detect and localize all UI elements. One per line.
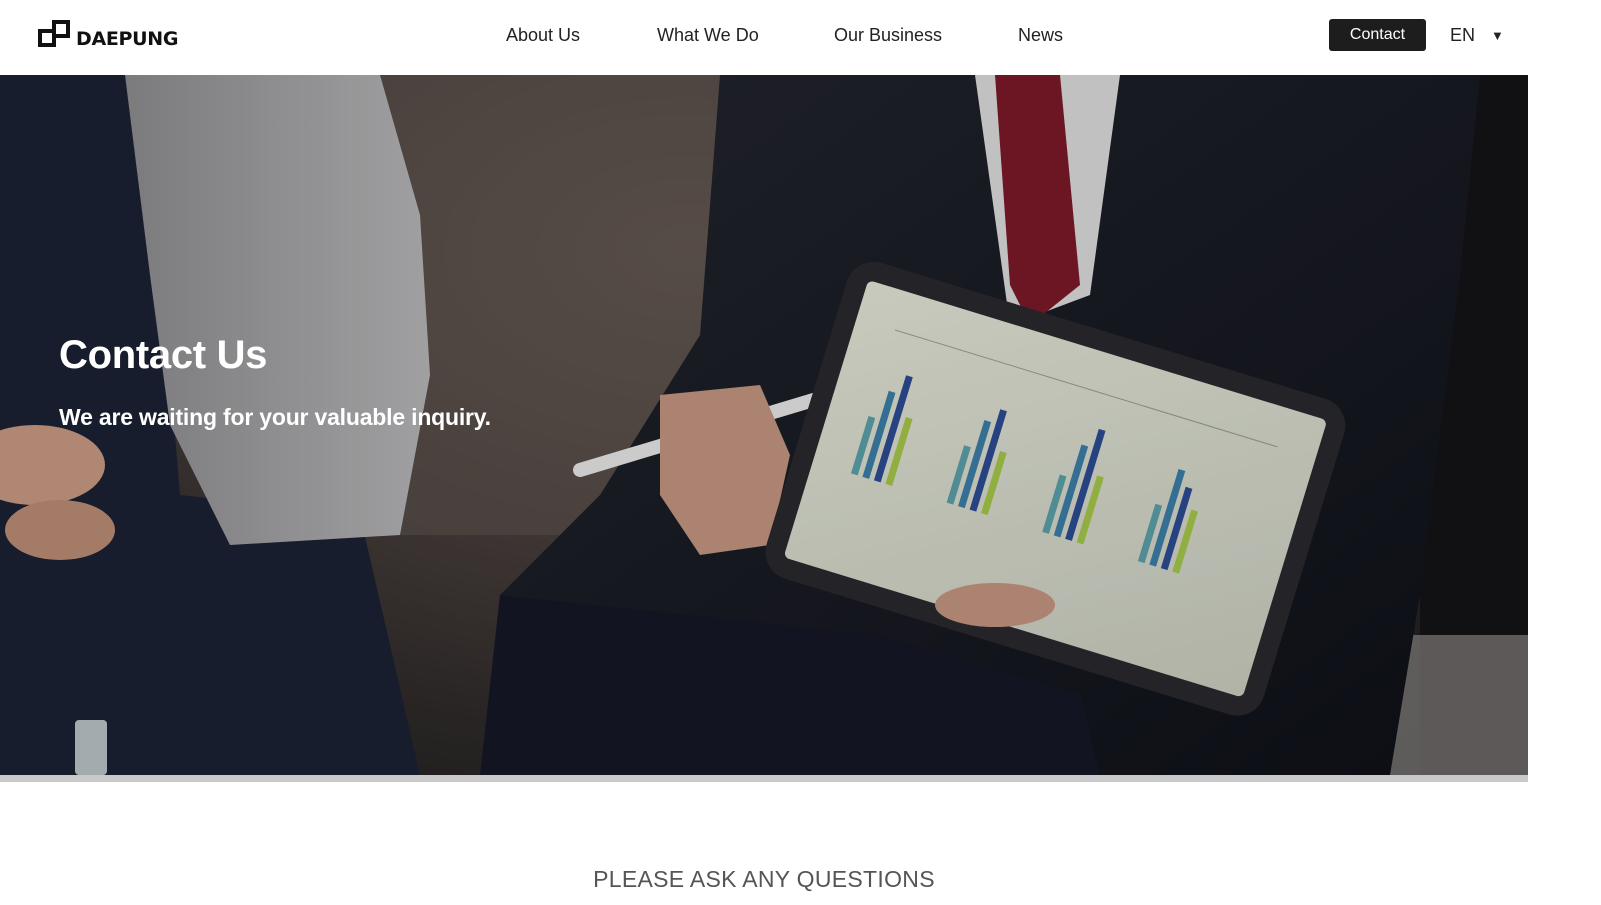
brand-name: DAEPUNG [76, 28, 179, 50]
site-header: DAEPUNG About Us What We Do Our Business… [0, 0, 1528, 75]
section-heading: PLEASE ASK ANY QUESTIONS [593, 866, 935, 892]
language-label: EN [1450, 24, 1476, 45]
hero-divider [0, 775, 1528, 782]
nav-item-our-business[interactable]: Our Business [834, 22, 942, 48]
content-column: DAEPUNG About Us What We Do Our Business… [0, 0, 1528, 905]
contact-button[interactable]: Contact [1329, 19, 1426, 51]
nav-item-about-us[interactable]: About Us [506, 22, 580, 48]
nav-item-what-we-do[interactable]: What We Do [657, 22, 759, 48]
page: DAEPUNG About Us What We Do Our Business… [0, 0, 1601, 905]
language-selector[interactable]: EN ▼ [1450, 22, 1504, 48]
logo-link[interactable]: DAEPUNG [38, 20, 179, 50]
hero-subtitle: We are waiting for your valuable inquiry… [59, 404, 491, 430]
nav-item-news[interactable]: News [1018, 22, 1063, 48]
hero-banner: Contact Us We are waiting for your valua… [0, 75, 1528, 775]
daepung-logo-icon [38, 20, 70, 47]
caret-down-icon: ▼ [1491, 27, 1504, 43]
hero-title: Contact Us [59, 333, 268, 377]
